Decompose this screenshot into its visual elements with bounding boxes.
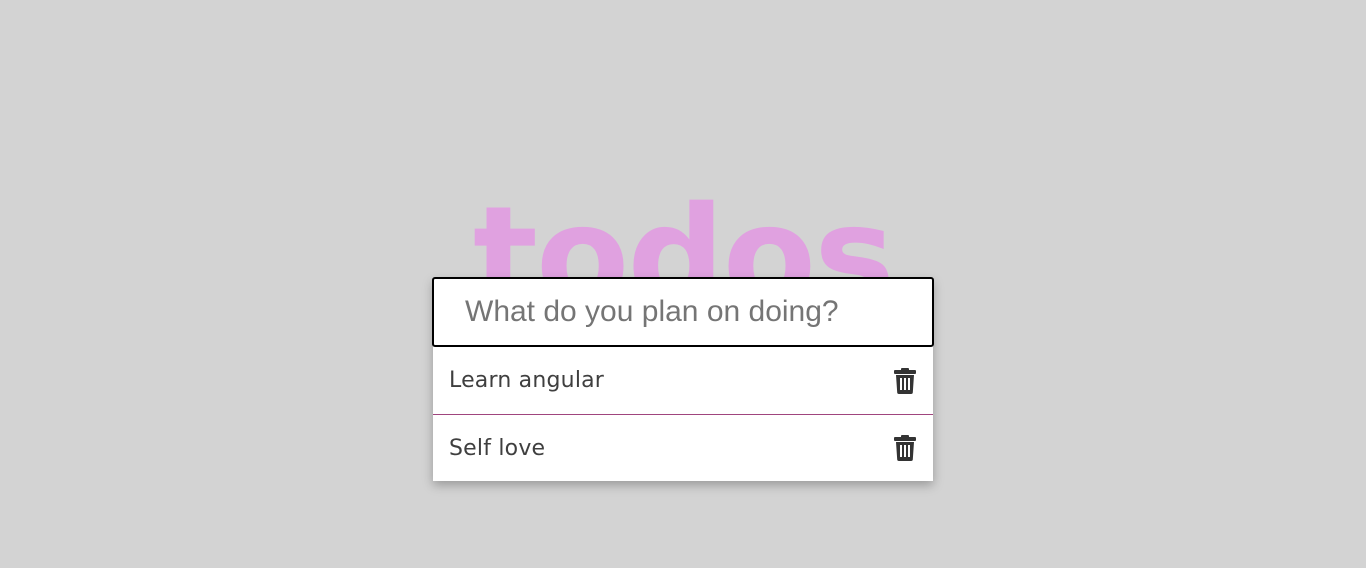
todo-item: Learn angular <box>433 347 933 414</box>
new-todo-input[interactable] <box>432 277 934 347</box>
delete-todo-button[interactable] <box>893 434 917 462</box>
trash-icon <box>894 435 916 461</box>
todo-card: Learn angular Self love <box>432 277 934 481</box>
delete-todo-button[interactable] <box>893 367 917 395</box>
trash-icon <box>894 367 916 394</box>
todo-item-text: Learn angular <box>449 368 605 393</box>
todo-item-text: Self love <box>449 435 546 461</box>
todo-item: Self love <box>433 414 933 481</box>
